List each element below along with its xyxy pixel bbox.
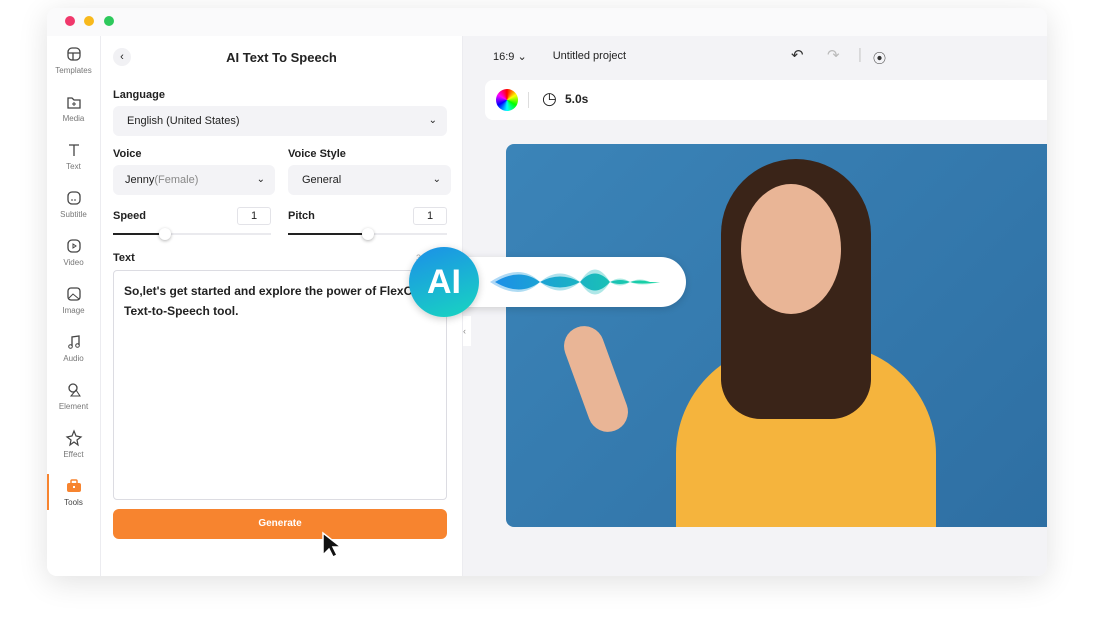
minimize-button[interactable] (84, 16, 94, 26)
sidebar-item-text[interactable]: Text (47, 132, 100, 180)
subtitle-icon (66, 191, 81, 205)
voice-gender: (Female) (154, 174, 199, 186)
canvas-toolbar: ◷ 5.0s (485, 80, 1047, 120)
maximize-button[interactable] (104, 16, 114, 26)
voice-select[interactable]: Jenny(Female) ⌄ (113, 165, 275, 195)
generate-button[interactable]: Generate (113, 509, 447, 539)
ai-badge: AI (409, 247, 479, 317)
sidebar-item-media[interactable]: Media (47, 84, 100, 132)
voice-label: Voice (113, 148, 142, 160)
sidebar-item-label: Tools (64, 498, 83, 507)
sidebar-item-label: Effect (63, 450, 84, 459)
sidebar-item-tools[interactable]: Tools (47, 468, 100, 516)
sidebar-item-subtitle[interactable]: Subtitle (47, 180, 100, 228)
element-icon (67, 383, 81, 397)
voice-style-value: General (302, 174, 342, 186)
voice-style-select[interactable]: General ⌄ (288, 165, 451, 195)
aspect-ratio-value: 16:9 (493, 51, 515, 63)
clock-icon: ◷ (542, 89, 557, 108)
text-icon (68, 144, 79, 156)
chevron-down-icon: ⌄ (432, 174, 441, 185)
person-hand (558, 320, 634, 438)
voice-name: Jenny (125, 174, 155, 186)
speed-slider-handle[interactable] (159, 228, 172, 240)
language-label: Language (113, 89, 165, 101)
sidebar-item-label: Subtitle (60, 210, 87, 219)
voice-style-label: Voice Style (288, 148, 346, 160)
aspect-ratio-select[interactable]: 16:9 ⌄ (493, 50, 527, 63)
tts-panel: ‹ AI Text To Speech Language English (Un… (101, 36, 463, 576)
language-value: English (United States) (127, 115, 240, 127)
sidebar-item-label: Video (63, 258, 84, 267)
undo-icon[interactable]: ↶ (791, 46, 804, 64)
speed-slider[interactable] (113, 228, 271, 240)
divider: | (858, 46, 862, 63)
pitch-slider[interactable] (288, 228, 447, 240)
sidebar-item-effect[interactable]: Effect (47, 420, 100, 468)
duration[interactable]: 5.0s (565, 92, 588, 106)
tools-icon (66, 479, 81, 492)
sidebar-item-audio[interactable]: Audio (47, 324, 100, 372)
speed-input[interactable]: 1 (237, 207, 271, 225)
audio-icon (67, 335, 80, 349)
text-label: Text (113, 252, 135, 264)
cursor-icon (322, 531, 344, 559)
divider (528, 92, 529, 108)
effect-icon (65, 429, 82, 447)
pitch-label: Pitch (288, 210, 315, 222)
sidebar: Templates Media Text Subtitle Video Image Audi… (47, 36, 101, 576)
text-input[interactable]: So,let's get started and explore the pow… (113, 270, 447, 500)
sidebar-item-label: Audio (63, 354, 84, 363)
redo-icon[interactable]: ↷ (827, 46, 840, 64)
sidebar-item-label: Media (62, 114, 85, 123)
sidebar-item-label: Templates (55, 66, 92, 75)
video-preview[interactable] (506, 144, 1047, 527)
close-button[interactable] (65, 16, 75, 26)
sidebar-item-video[interactable]: Video (47, 228, 100, 276)
video-icon (66, 239, 81, 253)
collapse-panel-button[interactable]: ‹ (463, 316, 471, 346)
image-icon (66, 287, 81, 301)
templates-icon (66, 47, 81, 61)
sidebar-item-image[interactable]: Image (47, 276, 100, 324)
sidebar-item-templates[interactable]: Templates (47, 36, 100, 84)
sidebar-item-label: Text (66, 162, 81, 171)
person-face (741, 184, 841, 314)
speed-label: Speed (113, 210, 147, 222)
language-select[interactable]: English (United States) ⌄ (113, 106, 447, 136)
preview-icon[interactable]: ⦿ (873, 48, 886, 67)
pitch-input[interactable]: 1 (413, 207, 447, 225)
sidebar-item-label: Image (62, 306, 85, 315)
panel-title: AI Text To Speech (226, 50, 337, 65)
color-wheel-icon[interactable] (496, 89, 518, 111)
title-bar (47, 8, 1047, 36)
chevron-down-icon: ⌄ (428, 115, 437, 126)
pitch-slider-handle[interactable] (361, 228, 374, 240)
sidebar-item-label: Element (58, 402, 89, 411)
chevron-down-icon: ⌄ (256, 174, 265, 185)
media-icon (66, 97, 81, 109)
project-title[interactable]: Untitled project (553, 50, 626, 63)
sidebar-item-element[interactable]: Element (47, 372, 100, 420)
